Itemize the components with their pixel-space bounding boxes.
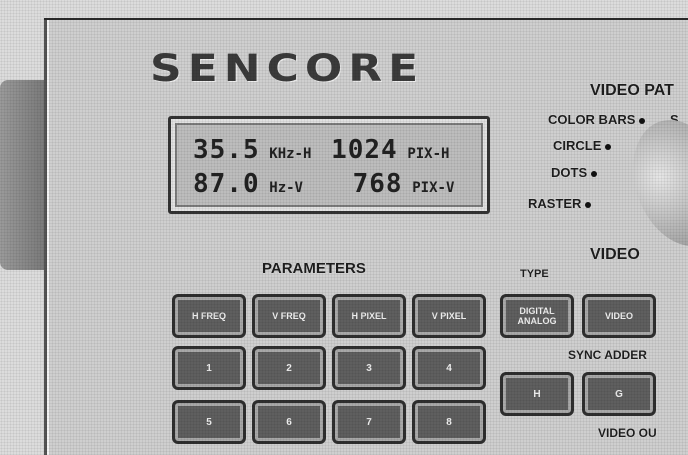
indicator-dot [605,143,612,150]
key-video[interactable]: VIDEO [582,294,656,338]
key-6[interactable]: 6 [252,400,326,444]
key-8[interactable]: 8 [412,400,486,444]
indicator-dot [591,170,598,177]
h-pixel-value: 1024 [331,135,398,165]
pattern-color-bars-label: COLOR BARS [548,112,636,127]
top-bezel [44,18,688,20]
key-v-freq[interactable]: V FREQ [252,294,326,338]
video-title: VIDEO [590,246,640,263]
h-pixel-unit: PIX-H [407,146,450,162]
key-h-pixel[interactable]: H PIXEL [332,294,406,338]
key-3[interactable]: 3 [332,346,406,390]
pattern-circle[interactable]: CIRCLE [553,138,612,153]
video-out-title: VIDEO OU [598,426,657,440]
h-freq-value: 35.5 [193,135,260,165]
v-pixel-unit: PIX-V [412,180,455,196]
v-pixel-value: 768 [352,169,403,199]
key-h-freq[interactable]: H FREQ [172,294,246,338]
key-digital-analog[interactable]: DIGITAL ANALOG [500,294,574,338]
digital-label: DIGITAL [519,306,555,316]
sync-adder-title: SYNC ADDER [568,348,647,362]
brand-logo: SENCORE [150,47,425,91]
pattern-raster[interactable]: RASTER [528,196,592,211]
pattern-circle-label: CIRCLE [553,138,602,153]
pattern-color-bars[interactable]: COLOR BARS [548,112,646,127]
key-sync-g[interactable]: G [582,372,656,416]
key-sync-h[interactable]: H [500,372,574,416]
lcd-row-vertical: 87.0 Hz-V 768 PIX-V [193,169,473,199]
key-v-pixel[interactable]: V PIXEL [412,294,486,338]
pattern-raster-label: RASTER [528,196,582,211]
video-patterns-title: VIDEO PAT [590,82,674,99]
v-freq-unit: Hz-V [269,180,303,196]
pattern-dots[interactable]: DOTS [551,165,598,180]
key-7[interactable]: 7 [332,400,406,444]
device-photo: SENCORE 35.5 KHz-H 1024 PIX-H 87.0 Hz-V … [0,0,688,455]
v-freq-value: 87.0 [193,169,260,199]
lcd-row-horizontal: 35.5 KHz-H 1024 PIX-H [193,135,473,165]
type-title: TYPE [520,268,549,280]
parameters-title: PARAMETERS [262,260,366,277]
analog-label: ANALOG [517,316,557,326]
key-2[interactable]: 2 [252,346,326,390]
lcd-display: 35.5 KHz-H 1024 PIX-H 87.0 Hz-V 768 PIX-… [168,116,490,214]
indicator-dot [639,117,646,124]
key-1[interactable]: 1 [172,346,246,390]
indicator-dot [585,201,592,208]
pattern-dots-label: DOTS [551,165,588,180]
key-5[interactable]: 5 [172,400,246,444]
key-4[interactable]: 4 [412,346,486,390]
h-freq-unit: KHz-H [269,146,312,162]
